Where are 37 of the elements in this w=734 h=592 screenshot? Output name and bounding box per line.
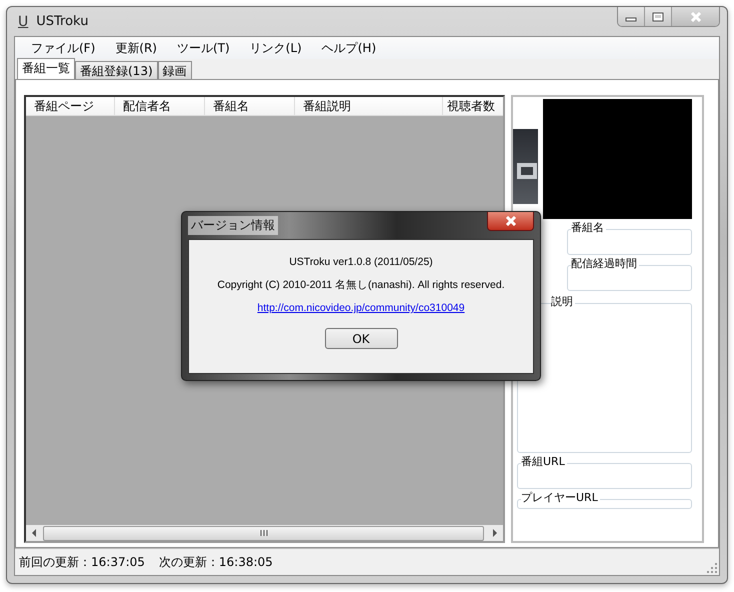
maximize-button[interactable]	[645, 7, 672, 26]
field-label: 番組名	[571, 221, 606, 235]
resize-grip-icon	[707, 563, 717, 573]
menu-item[interactable]: ヘルプ(H)	[312, 40, 386, 56]
dialog-text: Copyright (C) 2010-2011 名無し(nanashi). All rights reserved.	[217, 278, 505, 292]
maximize-icon	[652, 12, 664, 22]
grip-icon	[260, 530, 268, 536]
field-label: プレイヤーURL	[521, 491, 600, 505]
tab[interactable]: 番組登録(13)	[75, 61, 158, 79]
menu-item[interactable]: ファイル(F)	[21, 40, 106, 56]
tab[interactable]: 録画	[158, 61, 192, 79]
close-icon	[688, 12, 702, 22]
column-header[interactable]: 番組ページ	[26, 97, 115, 115]
status-text: 前回の更新：16:37:05	[19, 554, 145, 570]
app-icon: U	[18, 14, 28, 30]
scroll-left-icon	[31, 529, 37, 537]
close-icon	[504, 216, 518, 226]
column-header[interactable]: 番組名	[205, 97, 295, 115]
scroll-right-icon	[492, 529, 498, 537]
status-text: 次の更新：16:38:05	[158, 554, 273, 570]
column-header[interactable]: 番組説明	[295, 97, 443, 115]
minimize-button[interactable]	[618, 7, 645, 26]
tab[interactable]: 番組一覧	[17, 58, 75, 79]
community-link[interactable]: http://com.nicovideo.jp/community/co310049	[257, 302, 465, 314]
ok-button[interactable]: OK	[324, 328, 398, 349]
column-header[interactable]: 配信者名	[115, 97, 205, 115]
dialog-title: バージョン情報	[188, 216, 278, 235]
field-label: 番組URL	[521, 455, 567, 469]
menu-item[interactable]: 更新(R)	[105, 40, 167, 56]
column-header[interactable]: 視聴者数	[443, 97, 497, 115]
window-title: USTroku	[36, 14, 88, 29]
menu-item[interactable]: ツール(T)	[166, 40, 240, 56]
field-label: 説明	[551, 295, 575, 309]
dialog-text: USTroku ver1.0.8 (2011/05/25)	[289, 256, 433, 268]
close-button[interactable]	[487, 212, 534, 231]
field-label: 配信経過時間	[571, 257, 639, 271]
menu-item[interactable]: リンク(L)	[240, 40, 312, 56]
